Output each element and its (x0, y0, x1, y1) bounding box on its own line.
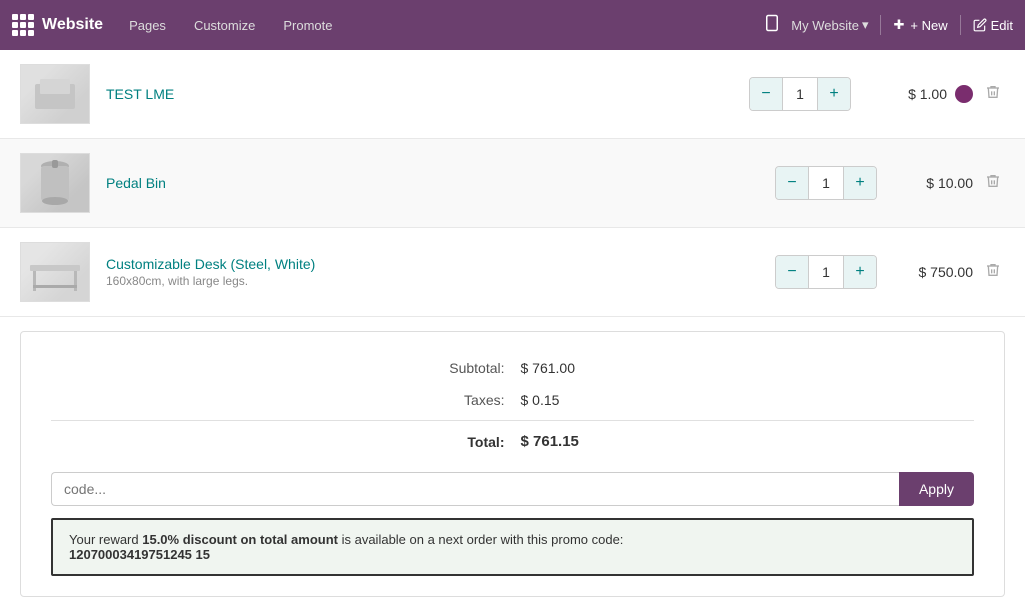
qty-input-pedal-bin[interactable] (808, 167, 844, 199)
reward-message: Your reward 15.0% discount on total amou… (51, 518, 974, 576)
product-price-test-lme: $ 1.00 (867, 86, 947, 102)
product-name-pedal-bin[interactable]: Pedal Bin (106, 175, 166, 191)
reward-code: 12070003419751245 15 (69, 547, 210, 562)
edit-button[interactable]: Edit (973, 18, 1013, 33)
total-row: Total: $ 761.15 (51, 425, 974, 458)
new-button[interactable]: ✚ + New (893, 17, 947, 33)
qty-decrease-pedal-bin[interactable]: − (776, 167, 808, 199)
apply-button[interactable]: Apply (899, 472, 974, 506)
topnav-right: My Website ▾ ✚ + New Edit (759, 10, 1013, 41)
summary-divider (51, 420, 974, 421)
grid-icon (12, 14, 34, 36)
nav-pages[interactable]: Pages (117, 18, 178, 33)
total-value: $ 761.15 (521, 433, 611, 450)
reward-highlight: 15.0% discount on total amount (142, 532, 338, 547)
subtotal-label: Subtotal: (415, 360, 505, 376)
mysite-dropdown[interactable]: My Website ▾ (791, 17, 868, 33)
taxes-value: $ 0.15 (521, 392, 611, 408)
product-price-desk: $ 750.00 (893, 264, 973, 280)
product-info-pedal-bin: Pedal Bin (106, 175, 759, 191)
pencil-icon (973, 18, 987, 32)
qty-decrease-desk[interactable]: − (776, 256, 808, 288)
product-info-desk: Customizable Desk (Steel, White) 160x80c… (106, 256, 759, 288)
cart-item-desk: Customizable Desk (Steel, White) 160x80c… (0, 228, 1025, 317)
order-summary: Subtotal: $ 761.00 Taxes: $ 0.15 Total: … (20, 331, 1005, 597)
logo[interactable]: Website (12, 14, 103, 36)
qty-control-test-lme: − + (749, 77, 851, 111)
reward-prefix: Your reward (69, 532, 142, 547)
promo-code-row: Apply (51, 472, 974, 506)
qty-decrease-test-lme[interactable]: − (750, 78, 782, 110)
qty-increase-pedal-bin[interactable]: + (844, 167, 876, 199)
nav-divider (880, 15, 881, 35)
qty-input-desk[interactable] (808, 256, 844, 288)
product-sub-desk: 160x80cm, with large legs. (106, 274, 759, 288)
taxes-row: Taxes: $ 0.15 (51, 384, 974, 416)
cart-item-test-lme: TEST LME − + $ 1.00 (0, 50, 1025, 139)
main-content: TEST LME − + $ 1.00 (0, 50, 1025, 616)
nav-divider2 (960, 15, 961, 35)
plus-icon: ✚ (893, 17, 904, 33)
nav-customize[interactable]: Customize (182, 18, 267, 33)
product-image-pedal-bin (20, 153, 90, 213)
qty-increase-test-lme[interactable]: + (818, 78, 850, 110)
taxes-label: Taxes: (415, 392, 505, 408)
chevron-down-icon: ▾ (862, 17, 869, 33)
mobile-preview-icon[interactable] (759, 10, 785, 41)
delete-test-lme[interactable] (981, 80, 1005, 109)
nav-promote[interactable]: Promote (271, 18, 344, 33)
logo-label: Website (42, 16, 103, 34)
product-price-pedal-bin: $ 10.00 (893, 175, 973, 191)
topnav: Website Pages Customize Promote My Websi… (0, 0, 1025, 50)
product-image-desk (20, 242, 90, 302)
product-name-desk[interactable]: Customizable Desk (Steel, White) (106, 256, 315, 272)
product-image-test-lme (20, 64, 90, 124)
cart-item-pedal-bin: Pedal Bin − + $ 10.00 (0, 139, 1025, 228)
reward-suffix: is available on a next order with this p… (338, 532, 623, 547)
qty-control-pedal-bin: − + (775, 166, 877, 200)
total-label: Total: (415, 434, 505, 450)
qty-control-desk: − + (775, 255, 877, 289)
product-name-test-lme[interactable]: TEST LME (106, 86, 174, 102)
qty-increase-desk[interactable]: + (844, 256, 876, 288)
delete-pedal-bin[interactable] (981, 169, 1005, 198)
subtotal-value: $ 761.00 (521, 360, 611, 376)
subtotal-row: Subtotal: $ 761.00 (51, 352, 974, 384)
color-indicator (955, 85, 973, 103)
delete-desk[interactable] (981, 258, 1005, 287)
promo-code-input[interactable] (51, 472, 899, 506)
product-info-test-lme: TEST LME (106, 86, 733, 102)
qty-input-test-lme[interactable] (782, 78, 818, 110)
